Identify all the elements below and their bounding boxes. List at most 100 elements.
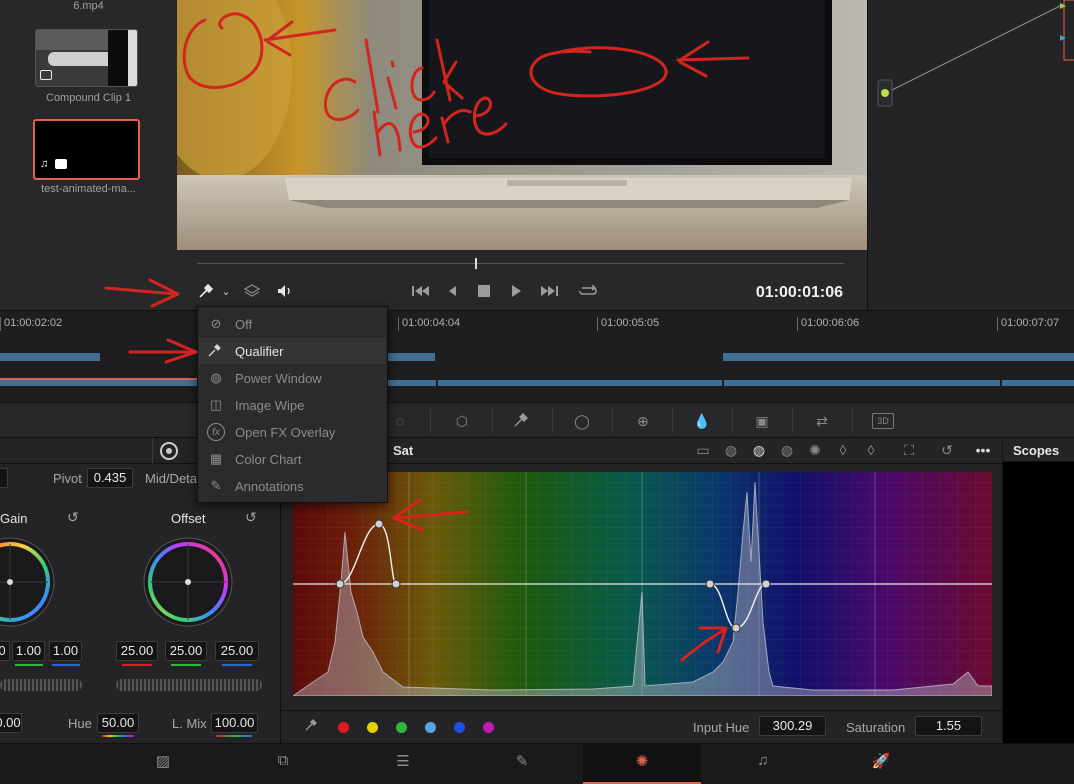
- offset-label: Offset: [171, 511, 206, 526]
- annotations-icon: ✎: [210, 478, 222, 493]
- hue-lum-icon[interactable]: ◍: [777, 440, 797, 460]
- gain-blue-input[interactable]: 1.00: [49, 641, 82, 661]
- timeline-clip[interactable]: [1002, 380, 1074, 386]
- menu-item-image-wipe[interactable]: ◫ Image Wipe: [199, 392, 386, 418]
- gain-master-input[interactable]: 0: [0, 641, 10, 661]
- media-page-icon[interactable]: ▨: [148, 752, 178, 770]
- color-page-icon: ✺: [635, 753, 649, 770]
- fairlight-page-icon[interactable]: ♫: [748, 752, 778, 769]
- chevron-down-icon[interactable]: ⌄: [219, 282, 233, 302]
- window-icon[interactable]: ◯: [572, 411, 592, 431]
- skip-end-icon[interactable]: [538, 282, 560, 300]
- blur-icon[interactable]: 💧: [692, 411, 712, 431]
- offset-red-input[interactable]: 25.00: [116, 641, 158, 661]
- loop-icon[interactable]: [577, 282, 599, 300]
- skip-start-icon[interactable]: [410, 282, 432, 300]
- timeline-clip[interactable]: [385, 353, 435, 361]
- hue-swatch[interactable]: [367, 722, 378, 733]
- hue-swatch[interactable]: [454, 722, 465, 733]
- selected-clip-thumbnail[interactable]: ♫: [33, 119, 140, 180]
- timeline-clip[interactable]: [723, 353, 1074, 361]
- gain-color-wheel[interactable]: [0, 534, 58, 630]
- node-editor[interactable]: [867, 0, 1074, 310]
- volume-icon[interactable]: [276, 282, 296, 300]
- cut-page-icon[interactable]: ⧉: [268, 752, 298, 769]
- toolbar-divider: [792, 409, 793, 433]
- play-icon[interactable]: [507, 282, 525, 300]
- hue-swatch[interactable]: [483, 722, 494, 733]
- key-icon[interactable]: ▣: [752, 411, 772, 431]
- qualifier-tool-icon[interactable]: [512, 411, 532, 431]
- timecode-ruler-label: 01:00:06:06: [797, 317, 859, 331]
- sizing-icon[interactable]: ⇄: [812, 411, 832, 431]
- reset-gain-icon[interactable]: ↺: [67, 509, 79, 526]
- viewer-mode-eyedropper-icon[interactable]: [197, 282, 217, 300]
- curves-icon[interactable]: ◌: [390, 411, 410, 431]
- power-window-icon: ◍: [210, 370, 222, 385]
- tracker-icon[interactable]: ⊕: [633, 411, 653, 431]
- fusion-page-icon[interactable]: ✎: [507, 752, 537, 770]
- menu-item-annotations[interactable]: ✎ Annotations: [199, 473, 386, 499]
- menu-item-open-fx-overlay[interactable]: fx Open FX Overlay: [199, 419, 386, 445]
- reset-curve-icon[interactable]: ↺: [937, 440, 957, 460]
- hue-swatch[interactable]: [396, 722, 407, 733]
- hue-swatch[interactable]: [425, 722, 436, 733]
- compound-clip-thumbnail[interactable]: [35, 29, 138, 87]
- gain-green-input[interactable]: 1.00: [12, 641, 45, 661]
- color-warper-icon[interactable]: ⬡: [452, 411, 472, 431]
- lift-input-partial[interactable]: [0, 468, 8, 488]
- hue-input[interactable]: 50.00: [97, 713, 139, 733]
- timecode-ruler-label: 01:00:04:04: [398, 317, 460, 331]
- hue-sat-curve-graph[interactable]: [293, 472, 992, 696]
- sat-lum-icon[interactable]: ◊: [861, 440, 881, 460]
- timeline-clip[interactable]: [0, 353, 100, 361]
- menu-item-label: Color Chart: [235, 452, 302, 467]
- pivot-input[interactable]: 0.435: [87, 468, 133, 488]
- color-page-tab[interactable]: ✺: [583, 744, 701, 784]
- timecode-ruler-label: 01:00:05:05: [597, 317, 659, 331]
- playhead-handle[interactable]: [475, 258, 478, 269]
- curve-eyedropper-icon[interactable]: [303, 717, 323, 737]
- menu-item-power-window[interactable]: ◍ Power Window: [199, 365, 386, 391]
- offset-blue-input[interactable]: 25.00: [215, 641, 259, 661]
- scopes-title: Scopes: [1013, 443, 1060, 458]
- input-hue-input[interactable]: 300.29: [759, 716, 826, 736]
- clip-name-compound: Compound Clip 1: [46, 92, 131, 104]
- layers-icon[interactable]: [243, 282, 263, 300]
- image-wipe-icon: ◫: [209, 397, 223, 412]
- menu-item-qualifier[interactable]: Qualifier: [199, 338, 386, 364]
- more-options-icon[interactable]: •••: [973, 440, 993, 460]
- curve-custom-icon[interactable]: ▭: [693, 440, 713, 460]
- offset-color-wheel[interactable]: [140, 534, 236, 630]
- offset-green-input[interactable]: 25.00: [165, 641, 207, 661]
- scopes-header: Scopes: [1003, 438, 1074, 462]
- timeline-clip[interactable]: [724, 380, 1000, 386]
- lum-sat-icon[interactable]: ✺: [805, 440, 825, 460]
- scrub-track[interactable]: [197, 263, 844, 264]
- reset-offset-icon[interactable]: ↺: [245, 509, 257, 526]
- menu-item-color-chart[interactable]: ▦ Color Chart: [199, 446, 386, 472]
- adjust-input[interactable]: 0.00: [0, 713, 22, 733]
- lum-mix-input[interactable]: 100.00: [211, 713, 258, 733]
- gain-master-wheel[interactable]: [0, 679, 82, 691]
- video-viewer[interactable]: [177, 0, 867, 250]
- hue-swatch[interactable]: [338, 722, 349, 733]
- toolbar-divider: [672, 409, 673, 433]
- 3d-icon[interactable]: 3D: [872, 413, 894, 429]
- viewer-frame: [177, 0, 867, 250]
- deliver-page-icon[interactable]: 🚀: [866, 752, 896, 770]
- target-icon[interactable]: [160, 442, 178, 460]
- saturation-input[interactable]: 1.55: [915, 716, 982, 736]
- timecode-ruler-label: 01:00:07:07: [997, 317, 1059, 331]
- timeline-clip[interactable]: [438, 380, 722, 386]
- hue-hue-icon[interactable]: ◍: [721, 440, 741, 460]
- step-back-icon[interactable]: [444, 282, 462, 300]
- hue-sat-icon[interactable]: ◍: [749, 440, 769, 460]
- timeline[interactable]: 01:00:02:02 01:00:04:04 01:00:05:05 01:0…: [0, 310, 1074, 402]
- offset-master-wheel[interactable]: [116, 679, 262, 691]
- sat-sat-icon[interactable]: ◊: [833, 440, 853, 460]
- expand-icon[interactable]: ⛶: [899, 440, 919, 460]
- menu-item-off[interactable]: ⊘ Off: [199, 311, 386, 337]
- edit-page-icon[interactable]: ☰: [388, 752, 418, 770]
- stop-icon[interactable]: [475, 282, 493, 300]
